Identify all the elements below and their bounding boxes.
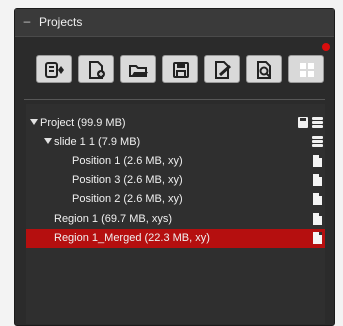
tree-row-region-1-merged[interactable]: Region 1_Merged (22.3 MB, xy) bbox=[26, 229, 325, 248]
doc-icon bbox=[313, 193, 322, 205]
grid-view-button[interactable] bbox=[288, 55, 324, 83]
open-folder-button[interactable] bbox=[120, 55, 156, 83]
panel-header: – Projects bbox=[15, 9, 334, 37]
tree-row-label: Position 1 (2.6 MB, xy) bbox=[72, 155, 183, 167]
save-button[interactable] bbox=[162, 55, 198, 83]
expand-arrow-icon[interactable] bbox=[44, 138, 52, 144]
tree-row-label: Project (99.9 MB) bbox=[40, 117, 126, 129]
tree-row-label: Region 1_Merged (22.3 MB, xy) bbox=[54, 232, 210, 244]
toolbar-divider bbox=[24, 99, 325, 100]
tree-row-label: Region 1 (69.7 MB, xys) bbox=[54, 213, 172, 225]
search-document-button[interactable] bbox=[246, 55, 282, 83]
export-icon bbox=[45, 62, 64, 78]
open-folder-icon bbox=[129, 65, 148, 77]
save-icon bbox=[173, 62, 189, 78]
tree-row-label: Position 3 (2.6 MB, xy) bbox=[72, 174, 183, 186]
projects-panel: – Projects Project (99.9 MB) slide 1 1 (… bbox=[14, 8, 335, 326]
search-doc-icon bbox=[257, 61, 271, 79]
tree-row-position-3[interactable]: Position 3 (2.6 MB, xy) bbox=[26, 171, 325, 190]
tree-row-position-1[interactable]: Position 1 (2.6 MB, xy) bbox=[26, 152, 325, 171]
tree-row-label: slide 1 1 (7.9 MB) bbox=[54, 136, 141, 148]
doc-icon bbox=[313, 174, 322, 186]
stack-icon bbox=[312, 136, 323, 147]
grid-icon bbox=[300, 63, 314, 77]
save-icon[interactable] bbox=[298, 117, 308, 128]
tree-row-region-1[interactable]: Region 1 (69.7 MB, xys) bbox=[26, 210, 325, 229]
tree-row-project[interactable]: Project (99.9 MB) bbox=[26, 114, 325, 133]
edit-doc-icon bbox=[215, 61, 232, 79]
doc-icon bbox=[313, 213, 322, 225]
project-tree: Project (99.9 MB) slide 1 1 (7.9 MB) Pos… bbox=[26, 104, 325, 324]
tree-row-slide[interactable]: slide 1 1 (7.9 MB) bbox=[26, 133, 325, 152]
toolbar bbox=[24, 49, 327, 93]
stack-icon bbox=[312, 117, 323, 128]
tree-row-label: Position 2 (2.6 MB, xy) bbox=[72, 193, 183, 205]
panel-title: Projects bbox=[39, 15, 83, 29]
add-doc-icon bbox=[89, 61, 105, 79]
expand-arrow-icon[interactable] bbox=[30, 119, 38, 125]
add-document-button[interactable] bbox=[78, 55, 114, 83]
doc-icon bbox=[313, 232, 322, 244]
export-button[interactable] bbox=[36, 55, 72, 83]
doc-icon bbox=[313, 155, 322, 167]
edit-document-button[interactable] bbox=[204, 55, 240, 83]
collapse-icon[interactable]: – bbox=[21, 15, 33, 27]
tree-row-position-2[interactable]: Position 2 (2.6 MB, xy) bbox=[26, 190, 325, 209]
